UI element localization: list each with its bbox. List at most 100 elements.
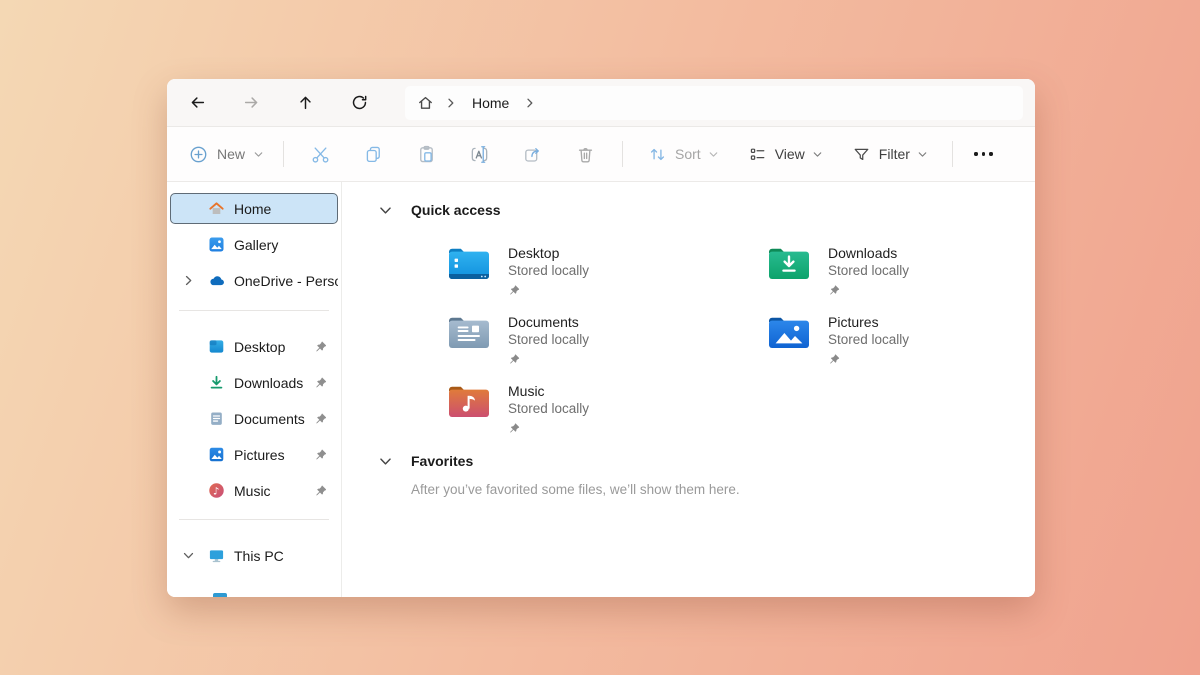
quick-access-item-music[interactable]: Music Stored locally — [446, 382, 766, 433]
item-status: Stored locally — [508, 400, 589, 418]
chevron-down-icon — [254, 150, 263, 159]
up-button[interactable] — [283, 85, 327, 121]
house-icon — [417, 94, 434, 111]
sidebar-item-label: Desktop — [234, 339, 285, 355]
item-status: Stored locally — [508, 262, 589, 280]
quick-access-grid: Desktop Stored locally Downloads Stored … — [446, 244, 1035, 433]
new-button-label: New — [217, 146, 245, 162]
forward-button[interactable] — [229, 85, 273, 121]
quick-access-item-pictures[interactable]: Pictures Stored locally — [766, 313, 1035, 364]
back-icon — [189, 94, 206, 111]
music-folder-icon — [446, 382, 492, 422]
chevron-down-icon — [709, 150, 718, 159]
sidebar-item-documents[interactable]: Documents — [170, 403, 338, 434]
forward-icon — [243, 94, 260, 111]
quick-access-header[interactable]: Quick access — [379, 202, 1035, 218]
address-bar[interactable]: Home — [405, 86, 1023, 120]
sidebar-divider — [179, 519, 329, 520]
pin-icon — [508, 352, 520, 364]
sidebar-item-this-pc[interactable]: This PC — [170, 540, 338, 571]
more-icon — [982, 152, 985, 155]
pin-icon — [828, 352, 840, 364]
rename-button[interactable] — [459, 136, 500, 172]
items-view: Quick access Desktop Stored locally — [342, 182, 1035, 597]
breadcrumb-home[interactable]: Home — [468, 95, 513, 111]
chevron-right-icon[interactable] — [525, 98, 535, 108]
paste-button[interactable] — [406, 136, 447, 172]
pictures-folder-icon — [766, 313, 812, 353]
refresh-icon — [351, 94, 368, 111]
pictures-icon — [208, 446, 225, 463]
view-button[interactable]: View — [737, 136, 833, 172]
item-name: Documents — [508, 313, 589, 331]
pin-icon — [828, 283, 840, 295]
sidebar-item-label: Documents — [234, 411, 305, 427]
navigation-pane: Home Gallery OneDrive - Persona — [167, 182, 342, 597]
documents-icon — [208, 410, 225, 427]
chevron-right-icon[interactable] — [183, 275, 194, 286]
chevron-down-icon[interactable] — [379, 455, 392, 468]
sort-icon — [648, 145, 667, 164]
sidebar-item-partial-drive — [213, 593, 227, 597]
more-options-button[interactable] — [963, 136, 1004, 172]
share-button[interactable] — [512, 136, 553, 172]
sidebar-item-pictures[interactable]: Pictures — [170, 439, 338, 470]
sidebar-item-label: OneDrive - Persona — [234, 273, 338, 289]
new-plus-icon — [189, 145, 208, 164]
chevron-down-icon — [918, 150, 927, 159]
copy-icon — [363, 144, 384, 165]
sidebar-item-label: Gallery — [234, 237, 278, 253]
section-title: Quick access — [411, 202, 501, 218]
sidebar-divider — [179, 310, 329, 311]
chevron-right-icon[interactable] — [446, 98, 456, 108]
cut-icon — [310, 144, 331, 165]
gallery-icon — [208, 236, 225, 253]
chevron-down-icon[interactable] — [183, 550, 194, 561]
quick-access-item-documents[interactable]: Documents Stored locally — [446, 313, 766, 364]
favorites-empty-message: After you’ve favorited some files, we’ll… — [411, 482, 1035, 497]
sidebar-item-gallery[interactable]: Gallery — [170, 229, 338, 260]
music-icon: ♪ — [208, 482, 225, 499]
navigation-bar: Home — [167, 79, 1035, 127]
desktop-icon — [208, 338, 225, 355]
pin-icon — [508, 421, 520, 433]
pin-icon — [314, 376, 327, 389]
new-button[interactable]: New — [179, 136, 273, 172]
cut-button[interactable] — [300, 136, 341, 172]
quick-access-item-downloads[interactable]: Downloads Stored locally — [766, 244, 1035, 295]
chevron-down-icon[interactable] — [379, 204, 392, 217]
copy-button[interactable] — [353, 136, 394, 172]
more-icon — [974, 152, 977, 155]
chevron-down-icon — [813, 150, 822, 159]
sidebar-item-desktop[interactable]: Desktop — [170, 331, 338, 362]
item-name: Desktop — [508, 244, 589, 262]
view-icon — [748, 145, 767, 164]
delete-button[interactable] — [565, 136, 606, 172]
quick-access-item-desktop[interactable]: Desktop Stored locally — [446, 244, 766, 295]
back-button[interactable] — [175, 85, 219, 121]
documents-folder-icon — [446, 313, 492, 353]
sidebar-item-downloads[interactable]: Downloads — [170, 367, 338, 398]
sidebar-item-home[interactable]: Home — [170, 193, 338, 224]
sidebar-item-label: Music — [234, 483, 271, 499]
delete-icon — [575, 144, 596, 165]
pin-icon — [314, 412, 327, 425]
command-bar: New Sort View — [167, 127, 1035, 182]
sidebar-item-music[interactable]: ♪ Music — [170, 475, 338, 506]
more-icon — [989, 152, 992, 155]
sidebar-item-onedrive[interactable]: OneDrive - Persona — [170, 265, 338, 296]
pin-icon — [314, 340, 327, 353]
paste-icon — [416, 144, 437, 165]
item-name: Music — [508, 382, 589, 400]
item-status: Stored locally — [828, 331, 909, 349]
pin-icon — [314, 448, 327, 461]
favorites-header[interactable]: Favorites — [379, 453, 1035, 469]
refresh-button[interactable] — [337, 85, 381, 121]
explorer-body: Home Gallery OneDrive - Persona — [167, 182, 1035, 597]
toolbar-divider — [622, 141, 623, 167]
sidebar-item-label: Downloads — [234, 375, 303, 391]
filter-button[interactable]: Filter — [841, 136, 938, 172]
filter-icon — [852, 145, 871, 164]
downloads-folder-icon — [766, 244, 812, 284]
sort-button[interactable]: Sort — [637, 136, 729, 172]
